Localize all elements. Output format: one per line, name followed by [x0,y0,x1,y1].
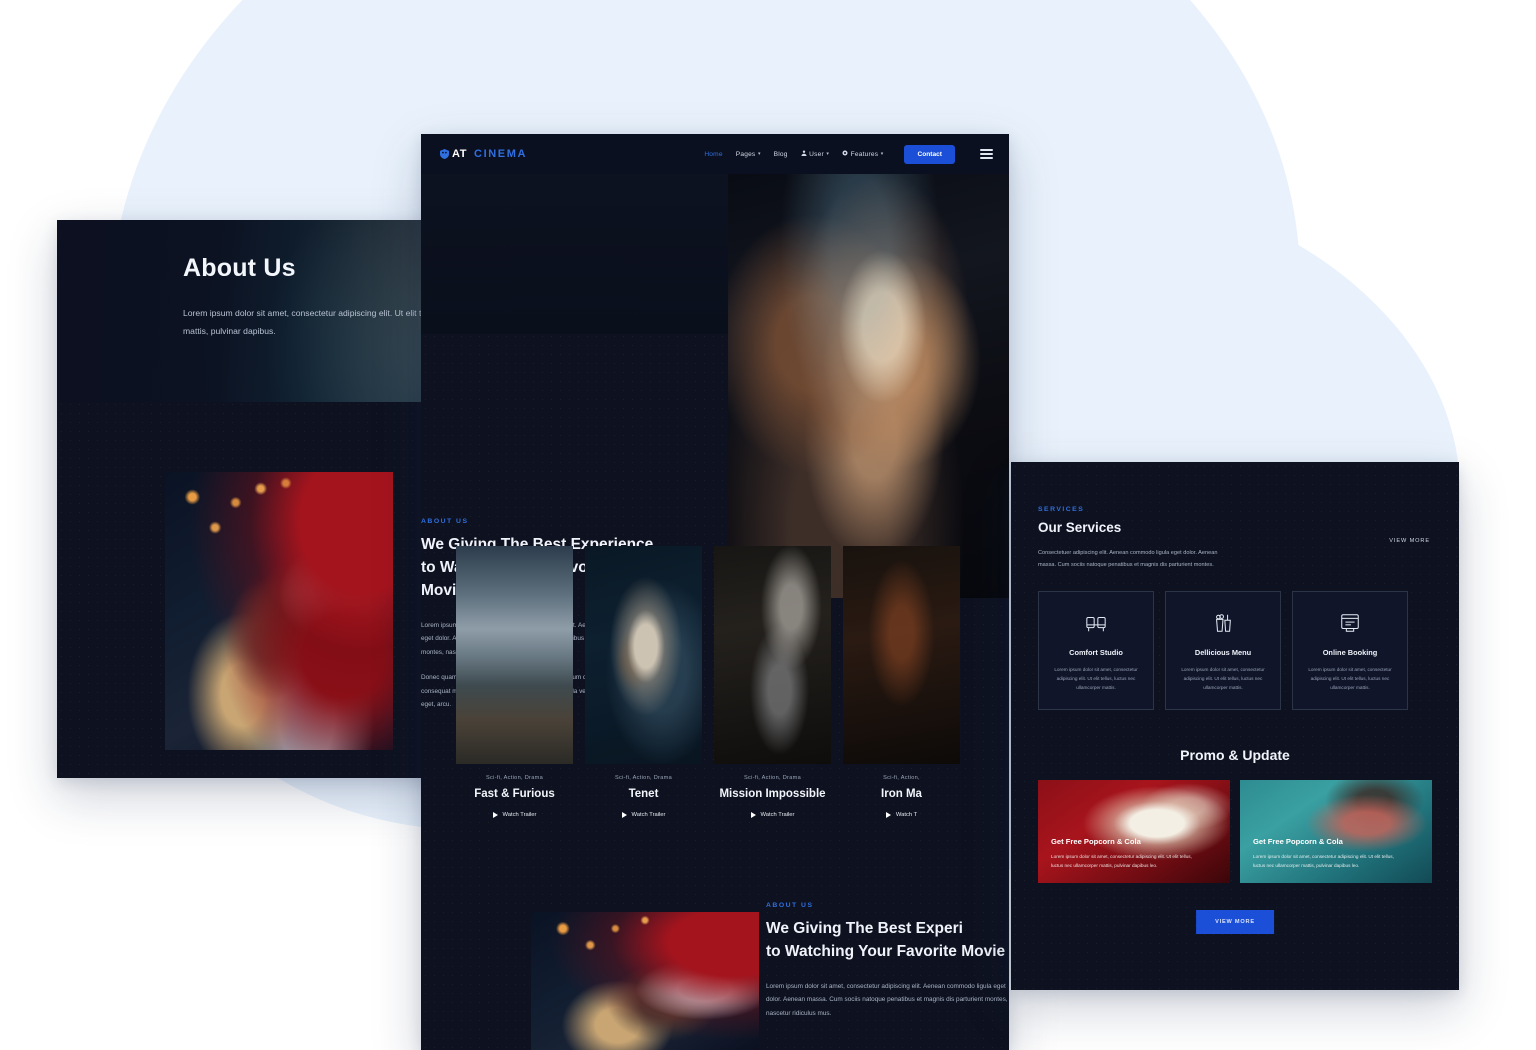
services-subtitle: Consectetuer adipiscing elit. Aenean com… [1038,550,1218,568]
service-card-title: Online Booking [1322,648,1378,657]
nav-item-user-label: User [809,150,824,158]
watch-trailer-label: Watch Trailer [631,812,666,818]
promo-card-heading: Get Free Popcorn & Cola [1051,836,1141,846]
site-navbar: AT CINEMA Home Pages ▾ Blog User ▾ Featu… [421,134,1009,174]
chevron-down-icon: ▾ [757,151,761,157]
contact-button[interactable]: Contact [904,144,955,164]
hamburger-icon[interactable] [980,149,993,159]
promo-section-title: Promo & Update [1180,747,1290,763]
hamburger-bar [980,149,993,151]
cinema-audience-photo [531,912,759,1050]
promo-card-content: Get Free Popcorn & Cola Lorem ipsum dolo… [1051,837,1201,870]
service-card-dellicious-menu[interactable]: Dellicious Menu Lorem ipsum dolor sit am… [1165,591,1281,710]
promo-card-body: Lorem ipsum dolor sit amet, consectetur … [1253,853,1394,868]
service-card-body: Lorem ipsum dolor sit amet, consectetur … [1308,667,1392,691]
hamburger-bar [980,153,993,155]
promo-card-popcorn-teal[interactable]: Get Free Popcorn & Cola Lorem ipsum dolo… [1240,780,1432,883]
play-icon [621,812,627,818]
logo-text-at: AT [452,148,468,160]
stormy-sea-poster[interactable] [585,546,702,764]
promo-card-body: Lorem ipsum dolor sit amet, consectetur … [1051,853,1192,868]
services-title: Our Services [1038,520,1122,535]
user-icon [801,150,807,158]
watch-trailer-label: Watch Trailer [502,812,537,818]
section-heading: We Giving The Best Experi to Watching Yo… [766,918,1009,964]
movie-genre: Sci-fi, Action, Drama [744,775,801,781]
watch-trailer-button[interactable]: Watch T [843,812,960,818]
online-ticket-icon [1339,612,1361,636]
services-card-list: Comfort Studio Lorem ipsum dolor sit ame… [1038,591,1408,710]
about-section-bottom: ABOUT US We Giving The Best Experi to Wa… [421,894,1009,1050]
watch-trailer-button[interactable]: Watch Trailer [456,812,573,818]
shield-film-icon [440,149,449,159]
dark-figure-poster[interactable] [843,546,960,764]
watch-trailer-button[interactable]: Watch Trailer [585,812,702,818]
section-eyebrow: ABOUT US [766,902,814,909]
site-logo[interactable]: AT CINEMA [440,148,527,160]
movie-title: Mission Impossible [719,788,826,800]
promo-card-heading: Get Free Popcorn & Cola [1253,836,1343,846]
promo-card-popcorn-red[interactable]: Get Free Popcorn & Cola Lorem ipsum dolo… [1038,780,1230,883]
services-view-more-link[interactable]: VIEW MORE [1389,538,1430,544]
nav-item-features-label: Features [850,150,879,158]
promo-card-content: Get Free Popcorn & Cola Lorem ipsum dolo… [1253,837,1403,870]
watch-trailer-button[interactable]: Watch Trailer [714,812,831,818]
nav-item-blog-label: Blog [773,150,788,158]
promo-card-list: Get Free Popcorn & Cola Lorem ipsum dolo… [1038,780,1432,883]
movie-card[interactable]: Sci-fi, Action, Drama Fast & Furious Wat… [456,546,573,830]
services-eyebrow: SERVICES [1038,506,1085,513]
watch-trailer-label: Watch Trailer [760,812,795,818]
services-page-panel[interactable]: SERVICES Our Services Consectetuer adipi… [1011,462,1459,990]
chevron-down-icon: ▾ [880,151,884,157]
nav-item-user[interactable]: User ▾ [801,150,829,158]
ocean-seascape-poster[interactable] [456,546,573,764]
popcorn-drink-icon [1212,612,1234,636]
section-eyebrow: ABOUT US [421,518,469,525]
logo-text-cinema: CINEMA [474,148,528,160]
movie-genre: Sci-fi, Action, Drama [486,775,543,781]
movie-card[interactable]: Sci-fi, Action, Drama Tenet Watch Traile… [585,546,702,830]
service-card-comfort-studio[interactable]: Comfort Studio Lorem ipsum dolor sit ame… [1038,591,1154,710]
movie-genre: Sci-fi, Action, Drama [615,775,672,781]
nav-menu: Home Pages ▾ Blog User ▾ Features ▾ Cont… [704,144,993,164]
nav-item-pages[interactable]: Pages ▾ [736,151,761,158]
watch-trailer-label: Watch T [895,812,918,818]
movie-card[interactable]: Sci-fi, Action, Iron Ma Watch T [843,546,960,830]
movie-genre: Sci-fi, Action, [883,775,920,781]
home-page-panel[interactable]: AT CINEMA Home Pages ▾ Blog User ▾ Featu… [421,134,1009,1050]
gear-icon [842,150,848,158]
movie-title: Fast & Furious [474,788,555,800]
service-card-title: Dellicious Menu [1194,648,1252,657]
cinema-audience-photo [165,472,393,750]
nav-item-pages-label: Pages [735,150,756,158]
nav-item-features[interactable]: Features ▾ [842,150,883,158]
movie-list: Sci-fi, Action, Drama Fast & Furious Wat… [421,546,1009,830]
promo-view-more-button[interactable]: VIEW MORE [1196,910,1274,934]
section-paragraph-1: Lorem ipsum dolor sit amet, consectetur … [766,982,1008,1017]
hamburger-bar [980,157,993,159]
play-icon [492,812,498,818]
movie-card[interactable]: Sci-fi, Action, Drama Mission Impossible… [714,546,831,830]
movie-title: Tenet [628,788,659,800]
about-section-bottom-text: ABOUT US We Giving The Best Experi to Wa… [766,902,1009,1020]
service-card-body: Lorem ipsum dolor sit amet, consectetur … [1054,667,1138,691]
section-heading-line2: to Watching Your Favorite Movie [766,942,1006,960]
howling-wolf-poster[interactable] [714,546,831,764]
cinema-seats-icon [1085,612,1107,636]
nav-item-blog[interactable]: Blog [774,151,788,158]
service-card-title: Comfort Studio [1069,648,1123,657]
play-icon [750,812,756,818]
romantic-couple-hero-photo [728,174,1009,598]
nav-item-home-label: Home [704,150,723,158]
movie-title: Iron Ma [881,788,922,800]
play-icon [885,812,891,818]
chevron-down-icon: ▾ [826,151,830,157]
nav-item-home[interactable]: Home [704,151,722,158]
section-heading-line1: We Giving The Best Experi [766,920,963,937]
service-card-body: Lorem ipsum dolor sit amet, consectetur … [1181,667,1265,691]
service-card-online-booking[interactable]: Online Booking Lorem ipsum dolor sit ame… [1292,591,1408,710]
services-header: SERVICES Our Services Consectetuer adipi… [1038,506,1328,571]
